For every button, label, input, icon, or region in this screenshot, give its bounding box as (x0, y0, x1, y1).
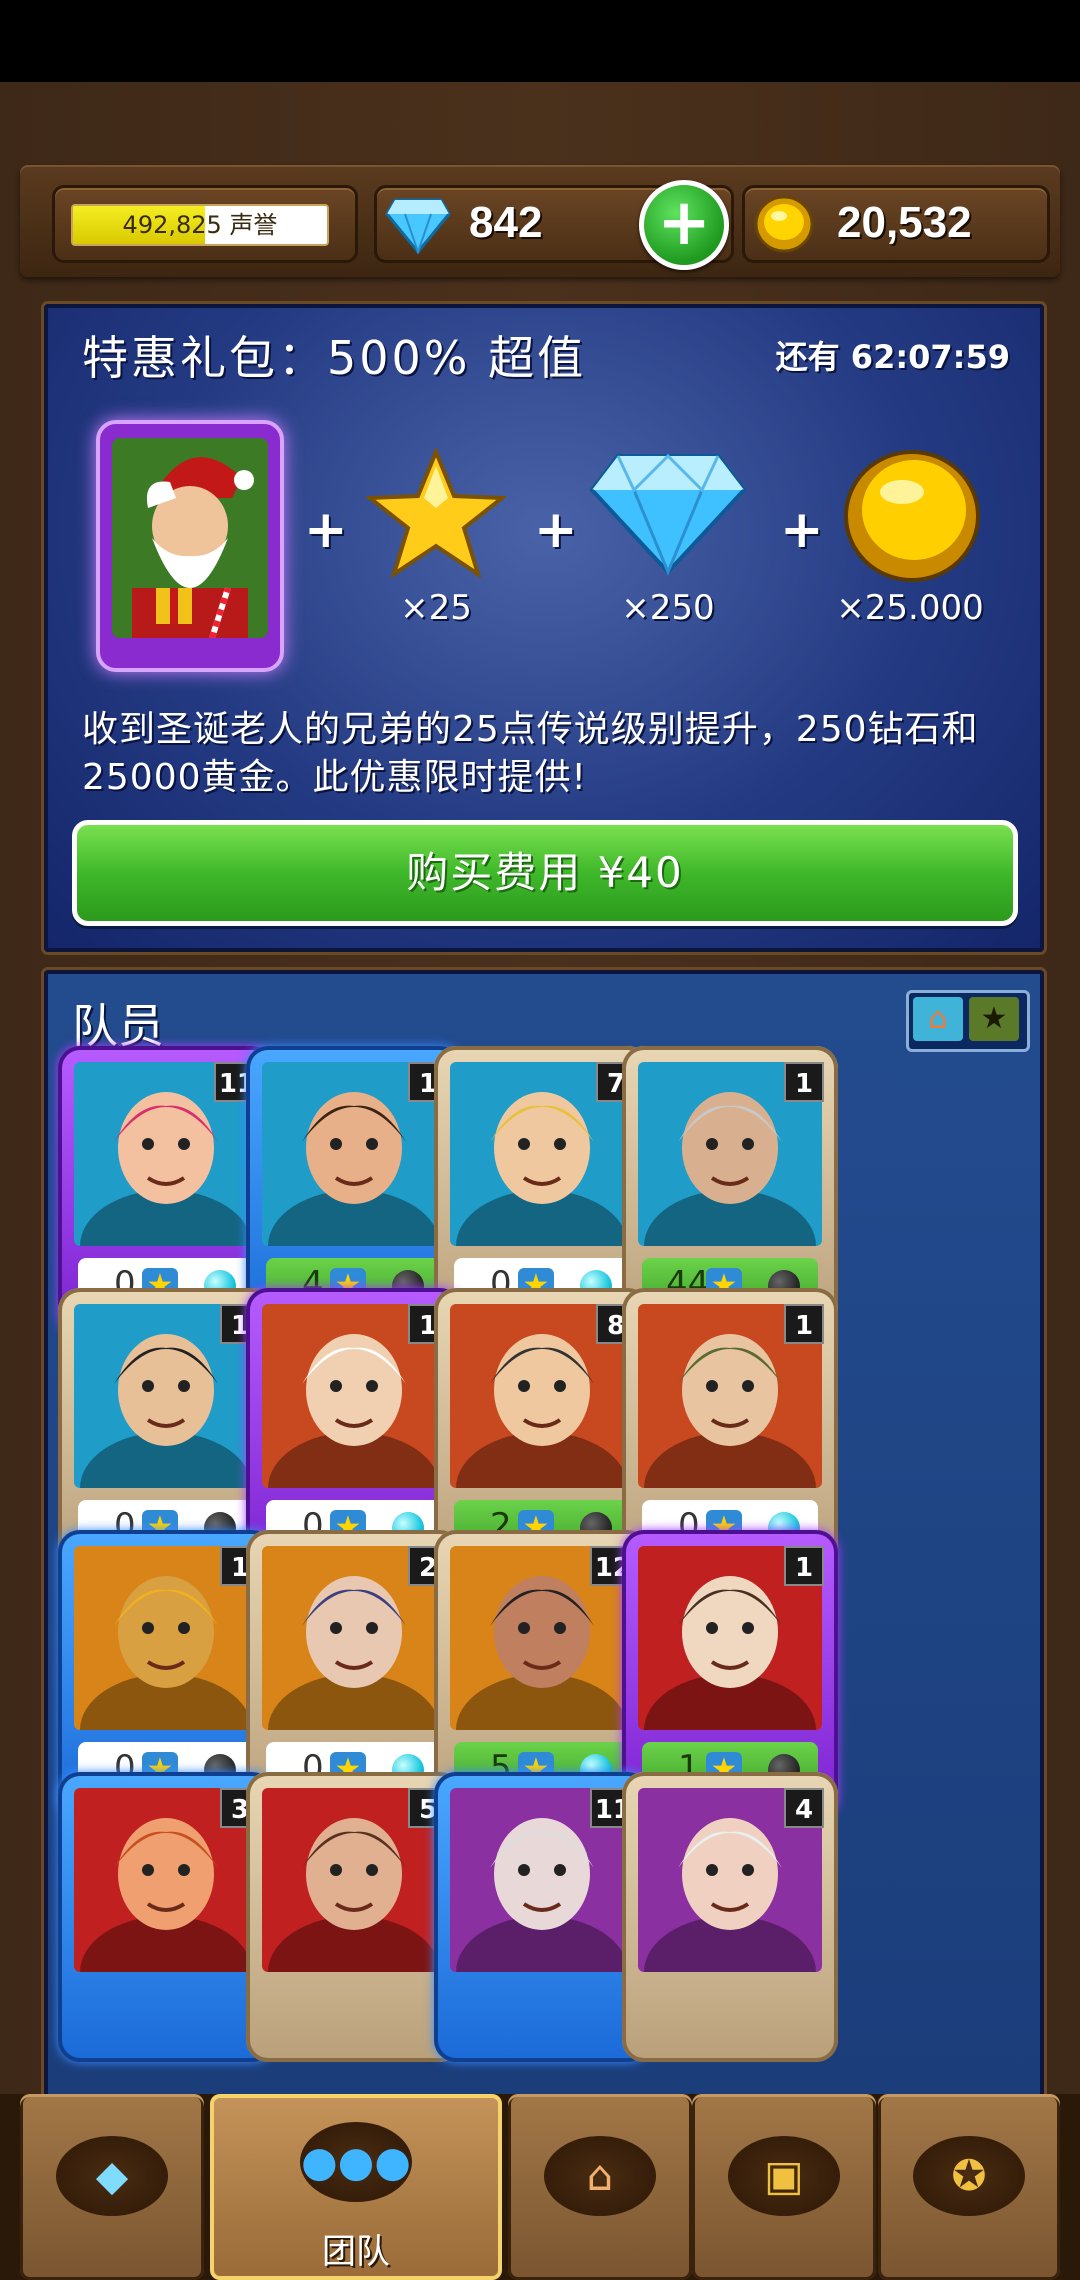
sort-toggle[interactable]: ⌂ ★ (906, 990, 1030, 1052)
gold-value: 20,532 (837, 198, 972, 247)
member-level-badge: 1 (784, 1304, 824, 1344)
plus-sign: + (534, 500, 578, 560)
plus-sign: + (304, 500, 348, 560)
member-level-badge: 1 (784, 1062, 824, 1102)
nav-tab-town[interactable]: ⌂ (508, 2094, 692, 2280)
member-level-badge: 1 (784, 1546, 824, 1586)
team-icon: ●●● (300, 2122, 412, 2202)
diamond-icon (589, 453, 747, 576)
chest-icon: ▣ (728, 2136, 840, 2216)
home-sort-icon[interactable]: ⌂ (913, 997, 963, 1041)
coin-icon (844, 450, 980, 582)
reputation-box[interactable]: 492,825 声誉 (52, 185, 358, 263)
medal-icon: ✪ (913, 2136, 1025, 2216)
team-member-card[interactable]: 5 (246, 1772, 462, 2062)
status-bar (0, 0, 1080, 82)
town-icon: ⌂ (544, 2136, 656, 2216)
reward-qty-star: ×25 (400, 588, 472, 628)
gold-box[interactable]: 20,532 (742, 185, 1050, 263)
star-sort-icon[interactable]: ★ (969, 997, 1019, 1041)
santa-brother-card[interactable] (96, 420, 284, 672)
buy-gems-button[interactable]: + (639, 180, 729, 270)
member-level-badge: 4 (784, 1788, 824, 1828)
offer-timer: 还有 62:07:59 (775, 338, 1010, 376)
gems-value: 842 (469, 198, 543, 247)
buy-offer-button[interactable]: 购买费用 ¥40 (72, 820, 1018, 926)
reputation-value: 492,825 (122, 211, 222, 239)
reward-qty-coin: ×25.000 (836, 588, 984, 628)
nav-tab-label: 团队 (322, 2232, 390, 2272)
gems-box[interactable]: 842 + (374, 180, 734, 270)
coin-icon (754, 195, 814, 253)
nav-tab-chest[interactable]: ▣ (692, 2094, 876, 2280)
offer-description: 收到圣诞老人的兄弟的25点传说级别提升，250钻石和25000黄金。此优惠限时提… (82, 709, 979, 798)
reward-qty-diamond: ×250 (621, 588, 715, 628)
team-member-card[interactable]: 4 (622, 1772, 838, 2062)
reputation-bar: 492,825 声誉 (71, 204, 329, 246)
plus-sign: + (780, 500, 824, 560)
nav-tab-team[interactable]: ●●● 团队 (210, 2094, 502, 2280)
resource-bar: 492,825 声誉 842 + 20,532 (20, 165, 1060, 277)
gems-icon: ◆ (56, 2136, 168, 2216)
team-member-card[interactable]: 11 (434, 1772, 650, 2062)
bottom-nav: ◆ ●●● 团队 ⌂ ▣ ✪ (0, 2094, 1080, 2280)
team-panel: 队员 ⌂ ★ 11 0 ★ 1 4 ★ 7 0 ★ 1 44 ★ 1 0 ★ 1 0 ★ 8 2 ★ 1 0 ★ 1 0 ★ 2 0 ★ 1… (44, 970, 1044, 2108)
team-member-card[interactable]: 3 (58, 1772, 274, 2062)
nav-tab-gems[interactable]: ◆ (20, 2094, 204, 2280)
nav-tab-medal[interactable]: ✪ (878, 2094, 1060, 2280)
special-offer-panel: 特惠礼包：500% 超值 还有 62:07:59 + + + ×25 ×250 … (44, 304, 1044, 952)
santa-portrait (112, 438, 268, 638)
star-icon (366, 448, 506, 578)
offer-title: 特惠礼包：500% 超值 (82, 331, 587, 385)
diamond-icon (385, 198, 451, 254)
reputation-text: 492,825 声誉 (73, 206, 327, 244)
reputation-label: 声誉 (229, 211, 278, 239)
